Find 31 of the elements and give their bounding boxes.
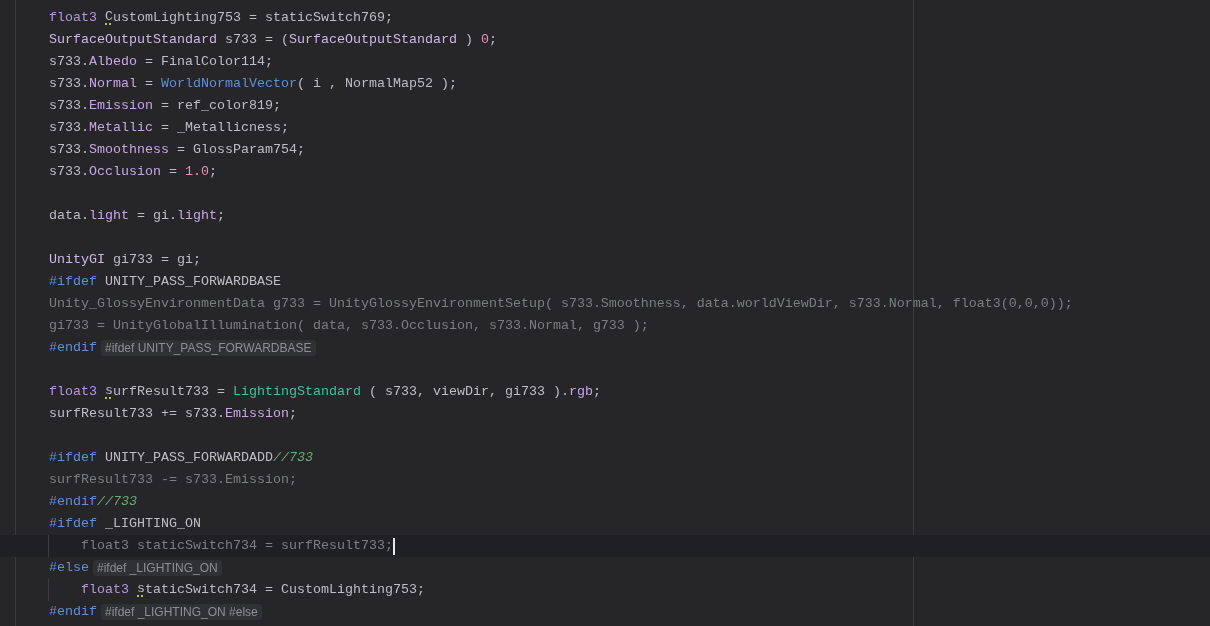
code-line: s733.Metallic = _Metallicness; bbox=[49, 119, 289, 137]
inlay-hint: #ifdef UNITY_PASS_FORWARDBASE bbox=[101, 340, 316, 356]
code-line: data.light = gi.light; bbox=[49, 207, 225, 225]
code-line: float3 staticSwitch734 = CustomLighting753; bbox=[81, 577, 425, 603]
code-line: s733.Emission = ref_color819; bbox=[49, 97, 281, 115]
code-line: #ifdef _LIGHTING_ON bbox=[49, 515, 201, 533]
warning-underline: C bbox=[105, 7, 113, 26]
code-line: Unity_GlossyEnvironmentData g733 = UnityGlossyEnvironmentSetup( s733.Smoothness, data.worldViewDir, s733.Normal, float3(0,0,0)); bbox=[49, 295, 1073, 313]
code-line: #endif//733 bbox=[49, 493, 137, 511]
code-line: gi733 = UnityGlobalIllumination( data, s733.Occlusion, s733.Normal, g733 ); bbox=[49, 317, 649, 335]
code-line: s733.Occlusion = 1.0; bbox=[49, 163, 217, 181]
code-line: #endif #ifdef UNITY_PASS_FORWARDBASE bbox=[49, 337, 316, 359]
code-line: #endif #ifdef _LIGHTING_ON #else bbox=[49, 601, 262, 623]
code-line: surfResult733 += s733.Emission; bbox=[49, 405, 297, 423]
inlay-hint: #ifdef _LIGHTING_ON #else bbox=[101, 604, 262, 620]
inlay-hint: #ifdef _LIGHTING_ON bbox=[93, 560, 222, 576]
code-line: s733.Albedo = FinalColor114; bbox=[49, 53, 273, 71]
code-line: float3 CustomLighting753 = staticSwitch769; bbox=[49, 5, 393, 31]
code-line: float3 staticSwitch734 = surfResult733; bbox=[81, 536, 395, 557]
code-line: s733.Smoothness = GlossParam754; bbox=[49, 141, 305, 159]
warning-underline: s bbox=[105, 381, 113, 400]
code-line: #else #ifdef _LIGHTING_ON bbox=[49, 557, 222, 579]
warning-underline: s bbox=[137, 579, 145, 598]
code-line: float3 surfResult733 = LightingStandard ( s733, viewDir, gi733 ).rgb; bbox=[49, 379, 601, 405]
code-line: UnityGI gi733 = gi; bbox=[49, 251, 201, 269]
code-line: #ifdef UNITY_PASS_FORWARDADD//733 bbox=[49, 449, 313, 467]
code-line: s733.Normal = WorldNormalVector( i , NormalMap52 ); bbox=[49, 75, 457, 93]
code-line: SurfaceOutputStandard s733 = (SurfaceOutputStandard ) 0; bbox=[49, 31, 497, 49]
code-line: #ifdef UNITY_PASS_FORWARDBASE bbox=[49, 273, 281, 291]
text-cursor bbox=[392, 537, 395, 555]
code-line: surfResult733 -= s733.Emission; bbox=[49, 471, 297, 489]
